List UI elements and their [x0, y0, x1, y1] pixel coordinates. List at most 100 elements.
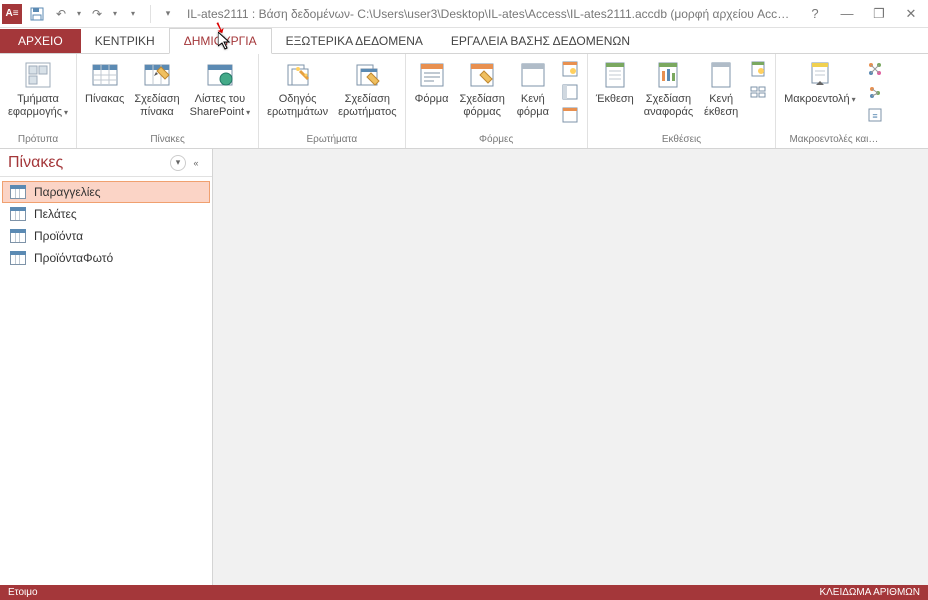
nav-item-customers[interactable]: Πελάτες	[2, 203, 210, 225]
blank-form-button[interactable]: Κενήφόρμα	[511, 56, 555, 121]
ribbon-tabs: ΑΡΧΕΙΟ ΚΕΝΤΡΙΚΗ ΔΗΜΙΟΥΡΓΙΑ ΕΞΩΤΕΡΙΚΑ ΔΕΔ…	[0, 28, 928, 54]
status-bar: Ετοιμο ΚΛΕΙΔΩΜΑ ΑΡΙΘΜΩΝ	[0, 585, 928, 600]
blank-report-button[interactable]: Κενήέκθεση	[699, 56, 743, 121]
app-icon: A≡	[2, 4, 22, 24]
form-button[interactable]: Φόρμα	[410, 56, 454, 109]
ribbon-group-tables: Πίνακας Σχεδίασηπίνακα Λίστες τουSharePo…	[77, 54, 259, 148]
restore-button[interactable]: ❐	[864, 3, 894, 25]
nav-header: Πίνακες ▾ «	[0, 149, 212, 177]
report-button[interactable]: Έκθεση	[592, 56, 638, 109]
nav-dropdown-button[interactable]: ▾	[170, 155, 186, 171]
svg-text:≡: ≡	[872, 111, 877, 121]
form-wizard-button[interactable]	[559, 58, 581, 80]
quick-access-toolbar: ↶ ▾ ↷ ▾ ▾ ▾	[26, 3, 179, 25]
query-design-button[interactable]: Σχεδίασηερωτήματος	[334, 56, 400, 121]
table-object-icon	[10, 207, 26, 221]
table-design-label: Σχεδίασηπίνακα	[134, 93, 179, 118]
group-label-templates: Πρότυπα	[4, 133, 72, 146]
tab-database-tools[interactable]: ΕΡΓΑΛΕΙΑ ΒΑΣΗΣ ΔΕΔΟΜΕΝΩΝ	[437, 29, 644, 53]
macro-icon	[804, 59, 836, 91]
ribbon-group-forms: Φόρμα Σχεδίασηφόρμας Κενήφόρμα Φόρμες	[406, 54, 588, 148]
nav-item-label: Προϊόντα	[34, 229, 83, 243]
app-parts-button[interactable]: Τμήματαεφαρμογής	[4, 56, 72, 121]
title-bar: A≡ ↶ ▾ ↷ ▾ ▾ ▾ IL-ates2111 : Βάση δεδομέ…	[0, 0, 928, 28]
window-title: IL-ates2111 : Βάση δεδομένων- C:\Users\u…	[179, 7, 800, 21]
qat-separator	[150, 5, 151, 23]
query-wizard-button[interactable]: Οδηγόςερωτημάτων	[263, 56, 332, 121]
table-button[interactable]: Πίνακας	[81, 56, 128, 109]
forms-small-buttons	[557, 56, 583, 128]
macro-label: Μακροεντολή	[784, 93, 856, 106]
redo-button[interactable]: ↷	[86, 3, 108, 25]
undo-button[interactable]: ↶	[50, 3, 72, 25]
table-object-icon	[10, 251, 26, 265]
group-label-queries: Ερωτήματα	[263, 133, 400, 146]
table-icon	[89, 59, 121, 91]
labels-button[interactable]	[747, 81, 769, 103]
form-icon	[416, 59, 448, 91]
ribbon-group-queries: Οδηγόςερωτημάτων Σχεδίασηερωτήματος Ερωτ…	[259, 54, 405, 148]
ribbon: Τμήματαεφαρμογής Πρότυπα Πίνακας Σχεδίασ…	[0, 54, 928, 149]
nav-item-label: Παραγγελίες	[34, 185, 101, 199]
table-label: Πίνακας	[85, 93, 124, 106]
help-button[interactable]: ?	[800, 3, 830, 25]
navigation-pane: Πίνακες ▾ « Παραγγελίες Πελάτες Προϊόντα…	[0, 149, 213, 585]
nav-collapse-button[interactable]: «	[188, 155, 204, 171]
table-object-icon	[10, 185, 26, 199]
content-area: Πίνακες ▾ « Παραγγελίες Πελάτες Προϊόντα…	[0, 149, 928, 585]
form-design-button[interactable]: Σχεδίασηφόρμας	[456, 56, 509, 121]
group-label-forms: Φόρμες	[410, 133, 583, 146]
sharepoint-lists-button[interactable]: Λίστες τουSharePoint	[186, 56, 254, 121]
blank-form-label: Κενήφόρμα	[517, 93, 549, 118]
app-parts-icon	[22, 59, 54, 91]
nav-item-label: ΠροϊόνταΦωτό	[34, 251, 113, 265]
group-label-reports: Εκθέσεις	[592, 133, 771, 146]
module-button[interactable]	[864, 58, 886, 80]
blank-form-icon	[517, 59, 549, 91]
nav-header-title[interactable]: Πίνακες	[8, 154, 168, 172]
report-icon	[599, 59, 631, 91]
visual-basic-button[interactable]: ≡	[864, 104, 886, 126]
qat-customize[interactable]: ▾	[122, 3, 144, 25]
tab-file[interactable]: ΑΡΧΕΙΟ	[0, 29, 81, 53]
macros-small-buttons: ≡	[862, 56, 888, 128]
sharepoint-label: Λίστες τουSharePoint	[190, 93, 250, 118]
status-ready: Ετοιμο	[8, 587, 38, 598]
blank-report-label: Κενήέκθεση	[704, 93, 738, 118]
more-forms-button[interactable]	[559, 104, 581, 126]
blank-report-icon	[705, 59, 737, 91]
query-design-label: Σχεδίασηερωτήματος	[338, 93, 396, 118]
ribbon-group-templates: Τμήματαεφαρμογής Πρότυπα	[0, 54, 77, 148]
status-numlock: ΚΛΕΙΔΩΜΑ ΑΡΙΘΜΩΝ	[819, 587, 920, 598]
report-design-button[interactable]: Σχεδίασηαναφοράς	[640, 56, 697, 121]
table-design-button[interactable]: Σχεδίασηπίνακα	[130, 56, 183, 121]
report-label: Έκθεση	[596, 93, 634, 106]
nav-item-products[interactable]: Προϊόντα	[2, 225, 210, 247]
nav-item-products-photo[interactable]: ΠροϊόνταΦωτό	[2, 247, 210, 269]
navigation-button[interactable]	[559, 81, 581, 103]
qat-more[interactable]: ▾	[157, 3, 179, 25]
tab-external-data[interactable]: ΕΞΩΤΕΡΙΚΑ ΔΕΔΟΜΕΝΑ	[272, 29, 437, 53]
sharepoint-icon	[204, 59, 236, 91]
save-button[interactable]	[26, 3, 48, 25]
close-button[interactable]: ✕	[896, 3, 926, 25]
group-label-macros: Μακροεντολές και…	[780, 133, 888, 146]
redo-dropdown[interactable]: ▾	[110, 3, 120, 25]
tab-home[interactable]: ΚΕΝΤΡΙΚΗ	[81, 29, 169, 53]
query-wizard-icon	[282, 59, 314, 91]
minimize-button[interactable]: —	[832, 3, 862, 25]
nav-item-orders[interactable]: Παραγγελίες	[2, 181, 210, 203]
undo-dropdown[interactable]: ▾	[74, 3, 84, 25]
ribbon-group-macros: Μακροεντολή ≡ Μακροεντολές και…	[776, 54, 892, 148]
nav-list: Παραγγελίες Πελάτες Προϊόντα ΠροϊόνταΦωτ…	[0, 177, 212, 585]
tab-create[interactable]: ΔΗΜΙΟΥΡΓΙΑ	[169, 28, 272, 54]
group-label-tables: Πίνακες	[81, 133, 254, 146]
report-design-label: Σχεδίασηαναφοράς	[644, 93, 693, 118]
nav-item-label: Πελάτες	[34, 207, 77, 221]
report-wizard-button[interactable]	[747, 58, 769, 80]
table-object-icon	[10, 229, 26, 243]
class-module-button[interactable]	[864, 81, 886, 103]
query-design-icon	[351, 59, 383, 91]
app-parts-label: Τμήματαεφαρμογής	[8, 93, 68, 118]
macro-button[interactable]: Μακροεντολή	[780, 56, 860, 109]
